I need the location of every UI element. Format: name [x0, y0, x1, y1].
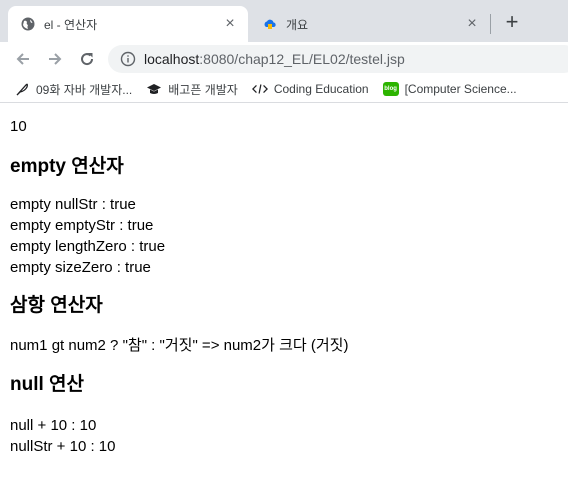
- tab-overview[interactable]: 개요 ×: [250, 6, 490, 42]
- output-line: empty lengthZero : true: [10, 238, 166, 255]
- tab-title: 개요: [286, 17, 309, 32]
- output-value: 10: [10, 118, 27, 135]
- bookmark-item[interactable]: 배고픈 개발자: [146, 81, 238, 98]
- reload-icon[interactable]: [74, 46, 100, 72]
- tab-separator: [490, 14, 491, 34]
- feather-icon: [14, 81, 30, 97]
- close-tab-icon[interactable]: ×: [462, 14, 482, 34]
- output-line: null + 10 : 10: [10, 417, 97, 434]
- graduation-cap-icon: [146, 81, 162, 97]
- url-path: :8080/chap12_EL/EL02/testel.jsp: [199, 51, 405, 67]
- new-tab-button[interactable]: +: [500, 9, 524, 34]
- section-heading: empty 연산자: [10, 156, 124, 177]
- forward-arrow-icon[interactable]: [42, 46, 68, 72]
- bookmark-label: 09화 자바 개발자...: [36, 82, 133, 97]
- bookmark-label: Coding Education: [273, 82, 369, 96]
- cloud-icon: [262, 16, 278, 32]
- back-arrow-icon[interactable]: [10, 46, 36, 72]
- output-line: empty nullStr : true: [10, 196, 136, 213]
- tab-el-operators[interactable]: el - 연산자 ×: [8, 6, 248, 42]
- bookmark-item[interactable]: Coding Education: [251, 81, 369, 97]
- globe-icon: [20, 16, 36, 32]
- info-icon[interactable]: [120, 51, 136, 67]
- section-heading: 삼항 연산자: [10, 295, 103, 316]
- bookmark-item[interactable]: 09화 자바 개발자...: [14, 81, 132, 98]
- output-line: num1 gt num2 ? "참" : "거짓" => num2가 크다 (거…: [10, 337, 349, 354]
- tab-strip: el - 연산자 × 개요 × +: [0, 0, 568, 42]
- url-host: localhost: [144, 51, 200, 67]
- browser-toolbar: localhost:8080/chap12_EL/EL02/testel.jsp: [0, 42, 568, 76]
- address-bar[interactable]: localhost:8080/chap12_EL/EL02/testel.jsp: [108, 45, 568, 73]
- close-tab-icon[interactable]: ×: [220, 14, 240, 34]
- blog-icon-text: blog: [384, 86, 397, 92]
- section-heading: null 연산: [10, 374, 85, 395]
- bookmark-label: [Computer Science...: [404, 82, 517, 96]
- bookmark-item[interactable]: blog [Computer Science...: [382, 82, 517, 96]
- output-line: nullStr + 10 : 10: [10, 438, 116, 455]
- output-line: empty emptyStr : true: [10, 217, 154, 234]
- blog-icon: blog: [382, 82, 399, 96]
- code-icon: [251, 81, 268, 97]
- bookmarks-bar: 09화 자바 개발자... 배고픈 개발자 Coding Education b…: [0, 76, 568, 103]
- tab-title: el - 연산자: [44, 17, 98, 32]
- output-line: empty sizeZero : true: [10, 259, 151, 276]
- bookmark-label: 배고픈 개발자: [168, 82, 238, 97]
- page-content: 10 empty 연산자 empty nullStr : true empty …: [10, 103, 560, 457]
